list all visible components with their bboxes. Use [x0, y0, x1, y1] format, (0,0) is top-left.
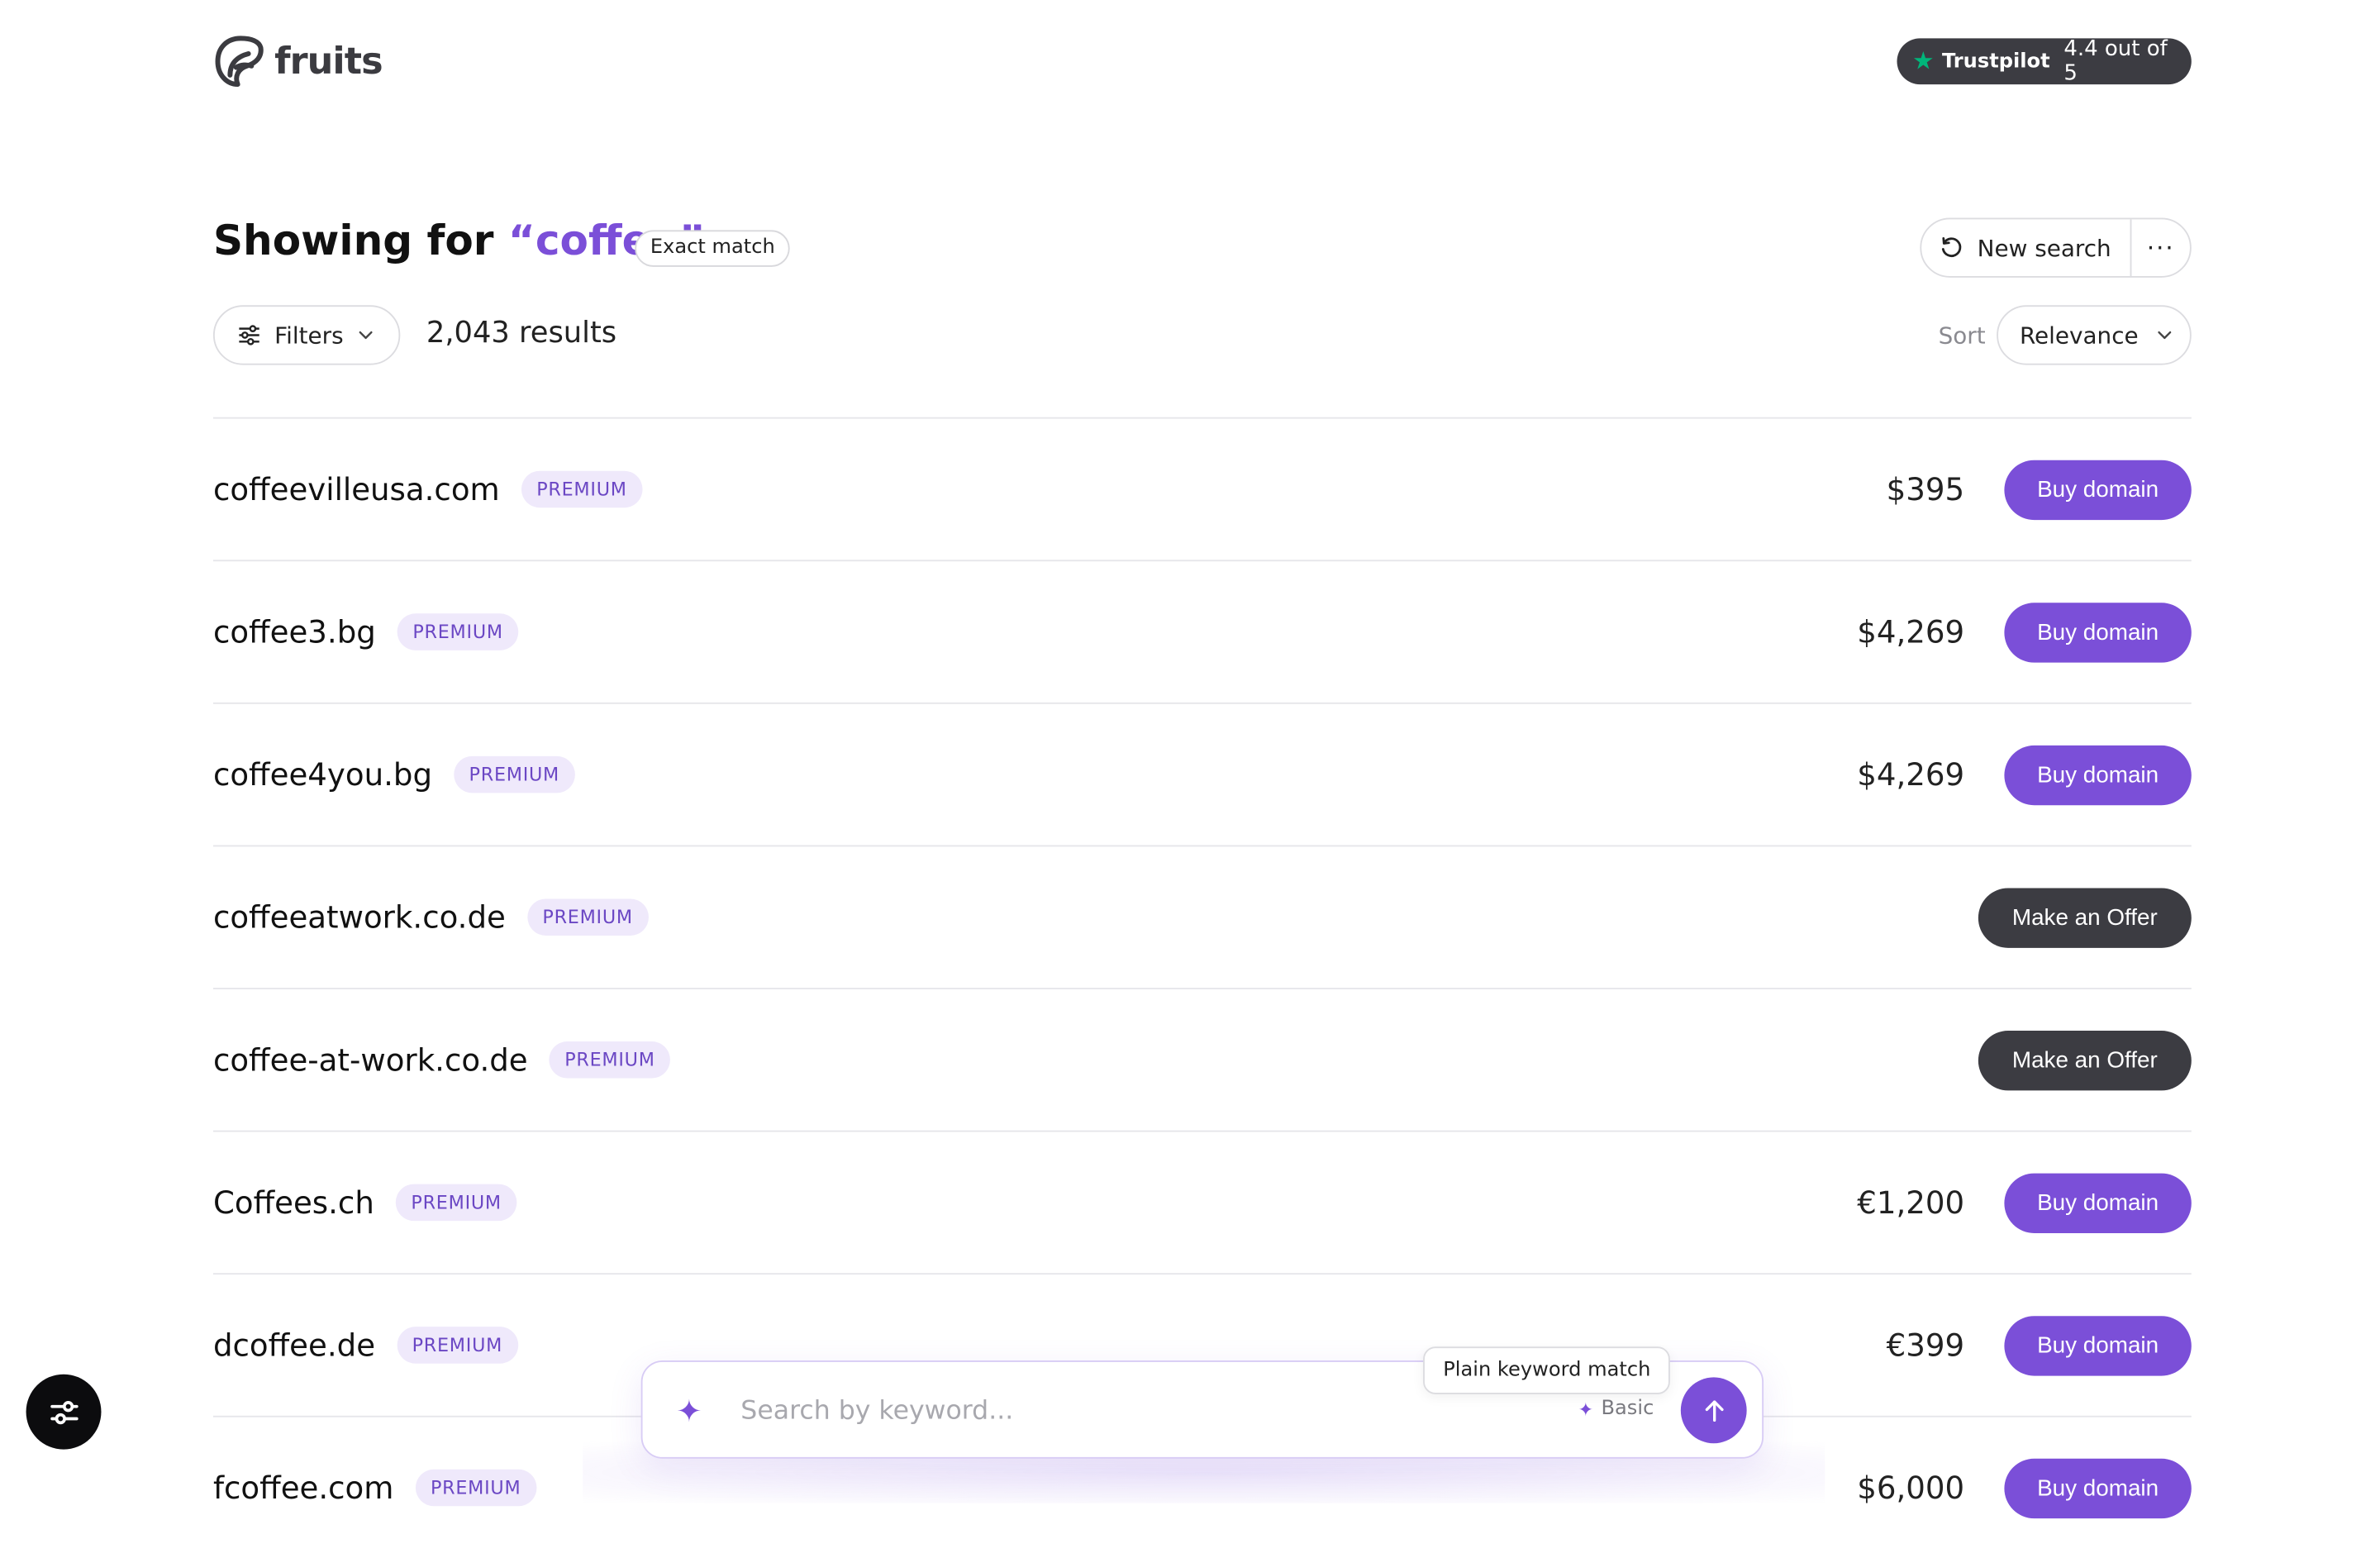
trustpilot-brand: Trustpilot — [1941, 50, 2050, 74]
table-row: coffee-at-work.co.de PREMIUM Make an Off… — [212, 988, 2192, 1131]
search-mode-label: Basic — [1601, 1397, 1654, 1421]
table-row: Coffees.ch PREMIUM €1,200 Buy domain — [212, 1130, 2192, 1274]
sort-value: Relevance — [2019, 321, 2139, 350]
trustpilot-star-icon: ★ — [1912, 45, 1935, 75]
more-icon: ··· — [2146, 233, 2175, 263]
make-offer-button[interactable]: Make an Offer — [1978, 1030, 2192, 1090]
buy-domain-button[interactable]: Buy domain — [2004, 1315, 2192, 1375]
brand-logo[interactable]: fruits — [213, 34, 383, 89]
premium-badge: PREMIUM — [397, 1327, 518, 1364]
filters-label: Filters — [274, 321, 344, 350]
domain-price: €399 — [1886, 1327, 1965, 1364]
sparkle-icon: ✦ — [676, 1392, 702, 1430]
table-row: coffee4you.bg PREMIUM $4,269 Buy domain — [212, 702, 2192, 846]
buy-domain-button[interactable]: Buy domain — [2004, 1172, 2192, 1233]
new-search-label: New search — [1977, 233, 2111, 262]
more-options-button[interactable]: ··· — [2131, 219, 2190, 276]
domain-price: $6,000 — [1857, 1469, 1965, 1507]
search-mode-toggle[interactable]: ✦ Basic — [1578, 1398, 1654, 1421]
chevron-down-icon — [2159, 331, 2173, 340]
refresh-icon — [1942, 236, 1962, 257]
trustpilot-badge[interactable]: ★ Trustpilot 4.4 out of 5 — [1897, 36, 2192, 86]
premium-badge: PREMIUM — [453, 755, 575, 793]
domain-price: $4,269 — [1857, 613, 1965, 650]
premium-badge: PREMIUM — [526, 898, 649, 936]
title-prefix: Showing for — [212, 217, 508, 266]
domain-price: €1,200 — [1857, 1184, 1965, 1222]
domain-name[interactable]: coffee3.bg — [213, 613, 376, 650]
table-row: coffee3.bg PREMIUM $4,269 Buy domain — [212, 560, 2192, 703]
page: fruits ★ Trustpilot 4.4 out of 5 Showing… — [0, 0, 2380, 1518]
trustpilot-score: 4.4 out of 5 — [2063, 36, 2168, 86]
settings-sliders-icon — [50, 1400, 78, 1424]
buy-domain-button[interactable]: Buy domain — [2004, 459, 2192, 520]
premium-badge: PREMIUM — [549, 1041, 671, 1079]
table-row: coffeeatwork.co.de PREMIUM Make an Offer — [212, 845, 2192, 988]
settings-toggle-button[interactable] — [26, 1374, 102, 1450]
premium-badge: PREMIUM — [521, 470, 643, 508]
match-type-badge[interactable]: Exact match — [635, 230, 791, 267]
results-count: 2,043 results — [426, 316, 617, 350]
buy-domain-button[interactable]: Buy domain — [2004, 744, 2192, 805]
sparkle-icon: ✦ — [1578, 1398, 1594, 1420]
search-mode-tooltip: Plain keyword match — [1423, 1346, 1671, 1394]
make-offer-button[interactable]: Make an Offer — [1978, 887, 2192, 947]
buy-domain-button[interactable]: Buy domain — [2004, 1457, 2192, 1518]
premium-badge: PREMIUM — [397, 613, 519, 650]
premium-badge: PREMIUM — [395, 1184, 517, 1222]
domain-name[interactable]: coffee-at-work.co.de — [213, 1041, 528, 1079]
search-actions: New search ··· — [1920, 217, 2192, 278]
domain-price: $4,269 — [1857, 755, 1965, 793]
buy-domain-button[interactable]: Buy domain — [2004, 602, 2192, 662]
brand-name: fruits — [274, 40, 383, 83]
page-title: Showing for “coffee” — [213, 218, 706, 266]
table-row: coffeevilleusa.com PREMIUM $395 Buy doma… — [212, 417, 2192, 560]
domain-name[interactable]: dcoffee.de — [213, 1327, 375, 1364]
sort-select[interactable]: Relevance — [1997, 305, 2192, 365]
domain-price: $395 — [1886, 470, 1965, 508]
domain-name[interactable]: Coffees.ch — [213, 1184, 374, 1222]
search-input[interactable] — [737, 1386, 1541, 1436]
new-search-button[interactable]: New search — [1921, 219, 2132, 277]
fruits-logo-icon — [215, 36, 264, 88]
chevron-down-icon — [359, 331, 373, 340]
domain-name[interactable]: fcoffee.com — [213, 1470, 393, 1507]
filter-sliders-icon — [239, 325, 259, 345]
domain-name[interactable]: coffeevilleusa.com — [213, 471, 500, 508]
premium-badge: PREMIUM — [415, 1469, 537, 1507]
search-submit-button[interactable] — [1680, 1377, 1747, 1444]
filters-button[interactable]: Filters — [212, 305, 401, 365]
domain-name[interactable]: coffee4you.bg — [213, 756, 432, 793]
arrow-up-icon — [1704, 1399, 1723, 1422]
sort-label: Sort — [1938, 322, 1986, 350]
domain-name[interactable]: coffeeatwork.co.de — [213, 898, 506, 936]
